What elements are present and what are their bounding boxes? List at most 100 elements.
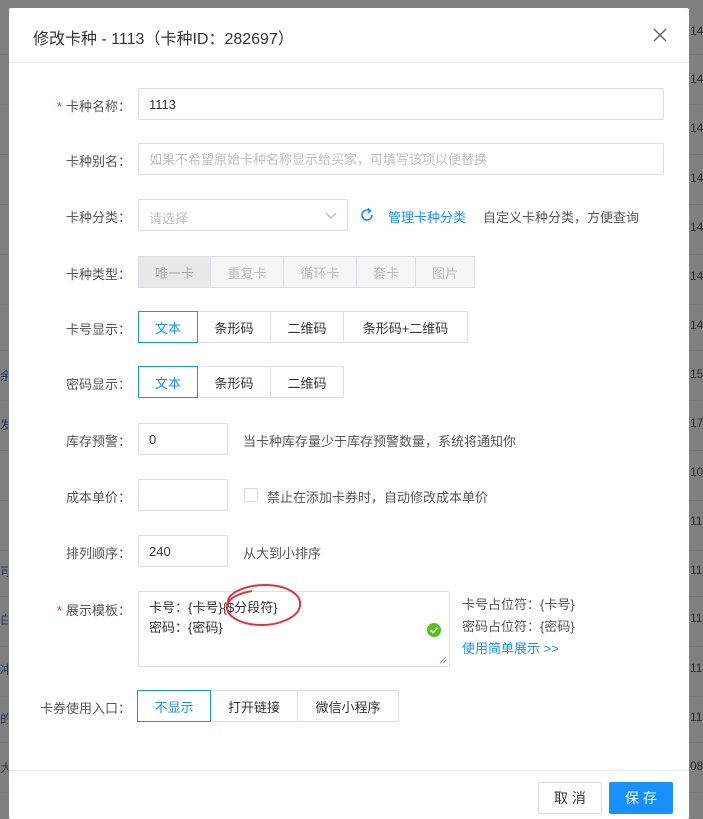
modal-title: 修改卡种 - 1113（卡种ID：282697） xyxy=(33,31,294,48)
template-textarea[interactable]: 卡号：{卡号}{$分段符} 密码：{密码} xyxy=(138,591,450,667)
manage-category-link[interactable]: 管理卡种分类 xyxy=(388,207,466,226)
entry-option-mini-program[interactable]: 微信小程序 xyxy=(297,690,399,722)
close-button[interactable] xyxy=(650,25,670,45)
category-label: 卡种分类： xyxy=(65,210,131,225)
stock-warning-hint: 当卡种库存量少于库存预警数量，系统将通知你 xyxy=(243,434,517,449)
cost-price-label: 成本单价： xyxy=(65,490,131,505)
background-right-fragment: 08 xyxy=(690,759,703,773)
card-display-button-group: 文本 条形码 二维码 条形码+二维码 xyxy=(138,311,468,343)
background-right-fragment: 11 xyxy=(690,514,703,528)
background-left-fragment: 冲 xyxy=(0,663,8,675)
alias-input[interactable] xyxy=(138,143,664,175)
card-display-option-barcode-qrcode[interactable]: 条形码+二维码 xyxy=(343,311,468,343)
category-hint: 自定义卡种分类，方便查询 xyxy=(483,210,640,225)
form-row-stock-warning: 库存预警： 当卡种库存量少于库存预警数量，系统将通知你 xyxy=(9,423,689,455)
form-row-sort-order: 排列顺序： 从大到小排序 xyxy=(9,535,689,567)
valid-check-icon xyxy=(427,623,441,637)
form-row-template: * 展示模板： 卡号：{卡号}{$分段符} 密码：{密码} 卡号占位符：{卡号} … xyxy=(9,591,689,667)
form-row-password-display: 密码显示： 文本 条形码 二维码 xyxy=(9,366,689,398)
form-row-card-display: 卡号显示： 文本 条形码 二维码 条形码+二维码 xyxy=(9,311,689,343)
stock-warning-label: 库存预警： xyxy=(65,434,131,449)
template-hint-password: 密码占位符：{密码} xyxy=(462,619,575,634)
sort-order-hint: 从大到小排序 xyxy=(243,546,322,561)
entry-button-group: 不显示 打开链接 微信小程序 xyxy=(137,690,399,722)
background-left-fragment: 发 xyxy=(0,418,8,430)
background-right-fragment: 14 xyxy=(690,121,703,135)
category-select[interactable]: 请选择 xyxy=(138,199,348,231)
background-right-fragment: 11 xyxy=(690,563,703,577)
required-mark: * xyxy=(56,603,62,618)
edit-card-type-modal: 修改卡种 - 1113（卡种ID：282697） *卡种名称： 卡种别名： 卡种… xyxy=(9,8,689,819)
auto-cost-checkbox-label: 禁止在添加卡券时，自动修改成本单价 xyxy=(267,490,489,505)
cancel-button[interactable]: 取 消 xyxy=(538,782,602,814)
form-row-entry: 卡券使用入口： 不显示 打开链接 微信小程序 xyxy=(9,690,689,722)
sort-order-input[interactable] xyxy=(138,535,228,567)
card-display-option-qrcode[interactable]: 二维码 xyxy=(270,311,344,343)
simple-display-link[interactable]: 使用简单展示 >> xyxy=(462,638,559,657)
background-left-fragment: 余 xyxy=(0,369,8,381)
type-option-image[interactable]: 图片 xyxy=(415,256,475,288)
background-right-fragment: 14 xyxy=(690,318,703,332)
background-right-fragment: 14 xyxy=(690,24,703,38)
background-right-fragment: 10 xyxy=(690,465,703,479)
background-right-fragment: 14 xyxy=(690,220,703,234)
background-right-fragment: 14 xyxy=(690,171,703,185)
checkmark-icon xyxy=(429,627,439,634)
form-row-cost-price: 成本单价： 禁止在添加卡券时，自动修改成本单价 xyxy=(9,479,689,511)
modal-footer-divider xyxy=(9,770,689,771)
template-line-password: 密码：{密码} xyxy=(149,620,223,635)
type-option-repeat[interactable]: 重复卡 xyxy=(210,256,284,288)
type-label: 卡种类型： xyxy=(65,267,131,282)
category-select-placeholder: 请选择 xyxy=(149,211,189,226)
modal-header: 修改卡种 - 1113（卡种ID：282697） xyxy=(9,8,689,63)
background-left-fragment: 的 xyxy=(0,712,8,724)
name-label: * 卡种名称： xyxy=(57,96,131,115)
background-right-fragment: 15 xyxy=(690,367,703,381)
sort-order-label: 排列顺序： xyxy=(65,546,131,561)
form-row-alias: 卡种别名： xyxy=(9,143,689,175)
password-display-option-text[interactable]: 文本 xyxy=(138,366,198,398)
form-row-category: 卡种分类： 请选择 管理卡种分类 自定义卡种分类，方便查询 xyxy=(9,199,689,231)
template-label: * 展示模板： xyxy=(57,600,131,619)
type-option-set[interactable]: 套卡 xyxy=(356,256,416,288)
background-left-fragment: 大 xyxy=(0,761,8,773)
resize-grip-icon[interactable] xyxy=(439,656,447,664)
password-display-label: 密码显示： xyxy=(65,377,131,392)
card-display-option-barcode[interactable]: 条形码 xyxy=(197,311,271,343)
name-label-text: 卡种名称： xyxy=(65,99,131,114)
type-option-unique[interactable]: 唯一卡 xyxy=(138,256,211,288)
auto-cost-checkbox[interactable] xyxy=(244,488,258,502)
form-row-type: 卡种类型： 唯一卡 重复卡 循环卡 套卡 图片 xyxy=(9,256,689,288)
name-input[interactable] xyxy=(138,88,664,120)
background-right-fragment: 14 xyxy=(690,269,703,283)
background-right-fragment: 11 xyxy=(690,611,703,625)
close-icon xyxy=(653,28,667,42)
password-display-button-group: 文本 条形码 二维码 xyxy=(138,366,344,398)
entry-option-open-link[interactable]: 打开链接 xyxy=(210,690,298,722)
background-right-fragment: 14 xyxy=(690,72,703,86)
type-option-loop[interactable]: 循环卡 xyxy=(283,256,357,288)
card-display-label: 卡号显示： xyxy=(65,322,131,337)
template-hint-card: 卡号占位符：{卡号} xyxy=(462,597,575,612)
card-display-option-text[interactable]: 文本 xyxy=(138,311,198,343)
cost-price-input[interactable] xyxy=(138,479,228,511)
type-button-group: 唯一卡 重复卡 循环卡 套卡 图片 xyxy=(138,256,475,288)
password-display-option-qrcode[interactable]: 二维码 xyxy=(270,366,344,398)
alias-label: 卡种别名： xyxy=(65,154,131,169)
entry-option-hide[interactable]: 不显示 xyxy=(137,690,211,722)
background-right-fragment: 17 xyxy=(690,416,703,430)
required-mark: * xyxy=(56,99,62,114)
background-left-fragment: 白 xyxy=(0,613,8,625)
template-line-card: 卡号：{卡号}{$分段符} xyxy=(149,600,278,615)
template-label-text: 展示模板： xyxy=(65,603,131,618)
background-right-fragment: 11 xyxy=(690,710,703,724)
refresh-icon[interactable] xyxy=(359,207,375,223)
password-display-option-barcode[interactable]: 条形码 xyxy=(197,366,271,398)
background-right-fragment: 11 xyxy=(690,661,703,675)
save-button[interactable]: 保 存 xyxy=(609,782,673,814)
stock-warning-input[interactable] xyxy=(138,423,228,455)
background-left-fragment: 可 xyxy=(0,565,8,577)
entry-label: 卡券使用入口： xyxy=(39,701,131,716)
chevron-down-icon xyxy=(325,212,337,219)
form-row-name: * 卡种名称： xyxy=(9,88,689,120)
